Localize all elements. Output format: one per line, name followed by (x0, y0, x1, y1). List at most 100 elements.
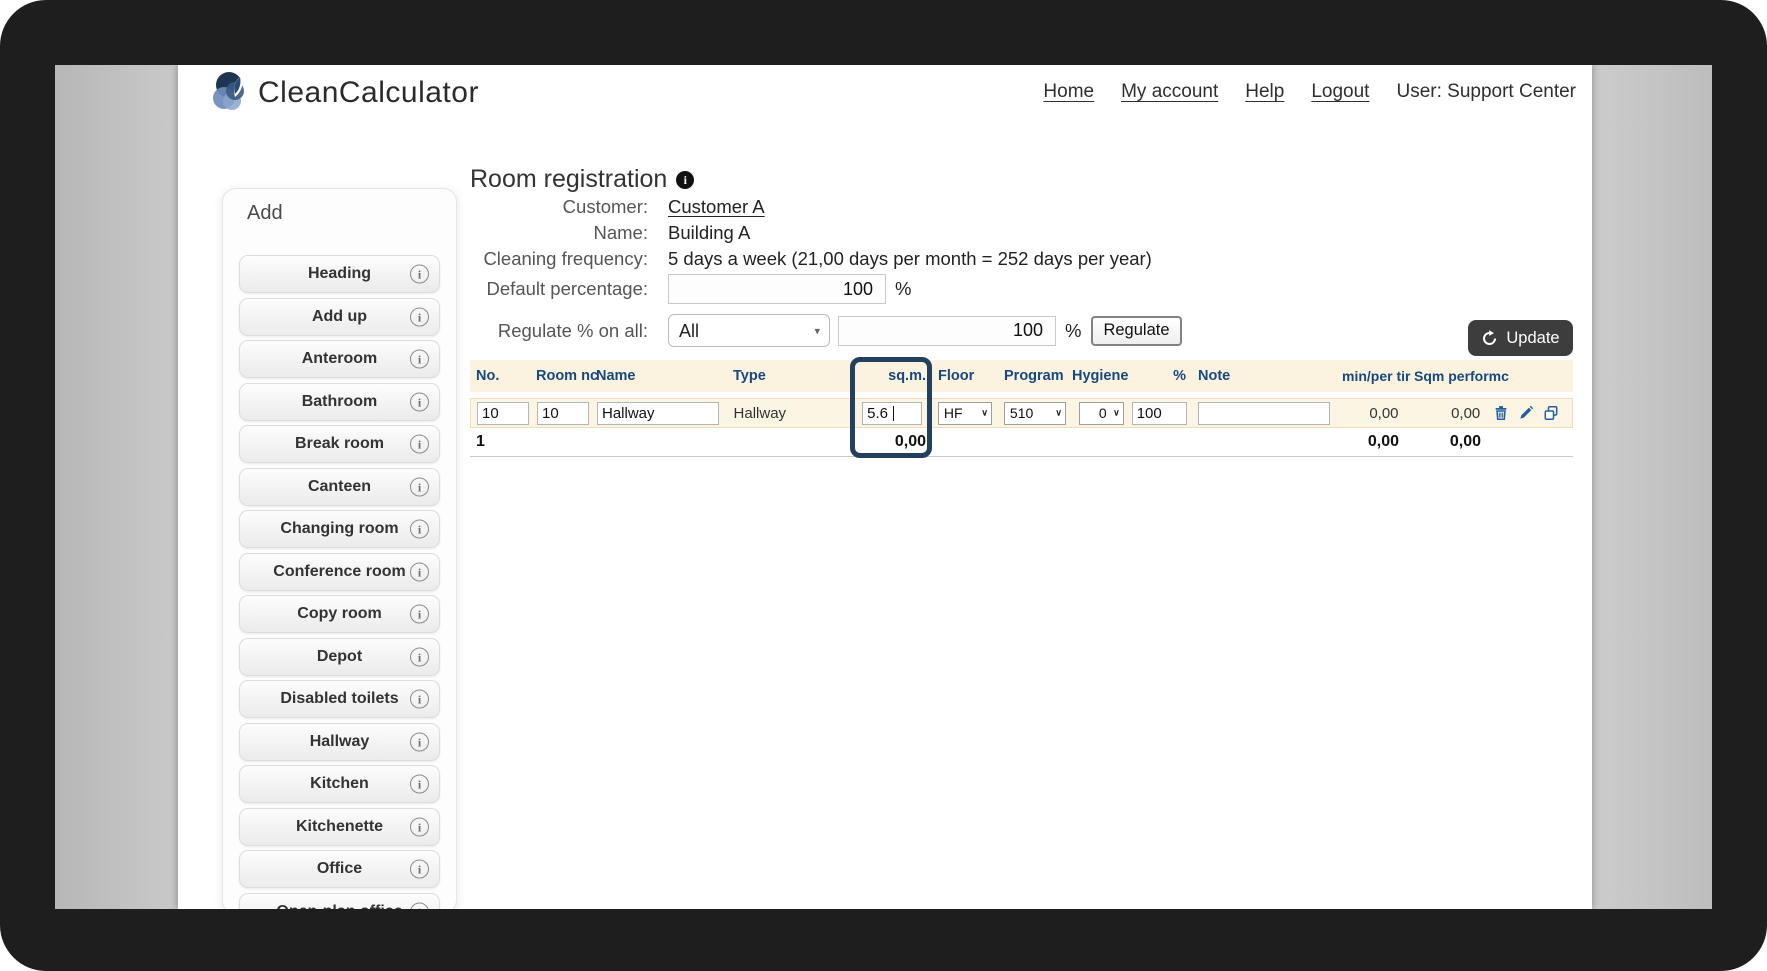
sidebar-item-open-plan-office[interactable]: Open-plan office i (239, 893, 440, 910)
web-page: CleanCalculator Home My account Help Log… (178, 65, 1592, 909)
logged-in-user-label: User: Support Center (1396, 81, 1576, 103)
add-room-sidebar: Add Headingi Add upi Anteroomi Bathroomi… (222, 188, 457, 909)
nav-my-account-link[interactable]: My account (1121, 81, 1218, 103)
percent-sign: % (895, 278, 911, 300)
table-totals-row: 1 0,00 0,00 0,00 (470, 428, 1573, 457)
info-circle-outline-icon[interactable]: i (410, 477, 429, 496)
regulate-label: Regulate % on all: (428, 320, 648, 342)
sidebar-item-disabled-toilets[interactable]: Disabled toilets i (239, 680, 440, 718)
col-header-type: Type (727, 368, 850, 384)
sidebar-item-label: Kitchen (310, 775, 369, 793)
info-circle-outline-icon[interactable]: i (410, 860, 429, 879)
screen-area: CleanCalculator Home My account Help Log… (55, 65, 1712, 909)
name-label: Name: (428, 222, 648, 244)
col-header-percent: % (1130, 368, 1192, 384)
sidebar-item-label: Add up (312, 308, 367, 326)
sidebar-item-depot[interactable]: Depot i (239, 638, 440, 676)
page-title: Room registration i (470, 165, 694, 194)
row-type-value: Hallway (734, 405, 787, 422)
sidebar-item-anteroom[interactable]: Anteroom i (239, 340, 440, 378)
sidebar-item-add-up[interactable]: Add up i (239, 298, 440, 336)
default-percentage-input[interactable] (668, 274, 886, 304)
sidebar-item-break-room[interactable]: Break roomi (239, 425, 440, 463)
info-circle-outline-icon[interactable]: i (410, 732, 429, 751)
row-program-select[interactable]: 510 (1004, 402, 1066, 425)
sidebar-item-kitchenette[interactable]: Kitchenette i (239, 808, 440, 846)
totals-sqm: 0,00 (850, 433, 932, 451)
info-circle-outline-icon[interactable]: i (410, 520, 429, 539)
sidebar-item-label: Conference room (273, 563, 405, 581)
sidebar-item-label: Heading (308, 265, 371, 283)
info-circle-outline-icon[interactable]: i (410, 435, 429, 454)
nav-logout-link[interactable]: Logout (1311, 81, 1369, 103)
info-circle-outline-icon[interactable]: i (410, 307, 429, 326)
cleaning-frequency-label: Cleaning frequency: (428, 248, 648, 270)
sidebar-item-kitchen[interactable]: Kitchen i (239, 765, 440, 803)
sidebar-item-hallway[interactable]: Hallwayi (239, 723, 440, 761)
row-name-input[interactable] (597, 402, 719, 425)
refresh-icon (1481, 330, 1498, 347)
info-circle-outline-icon[interactable]: i (410, 392, 429, 411)
sidebar-item-label: Changing room (280, 520, 398, 538)
sidebar-item-heading[interactable]: Heading i (239, 255, 440, 293)
pencil-icon[interactable] (1518, 405, 1534, 421)
info-circle-outline-icon[interactable]: i (410, 775, 429, 794)
info-circle-outline-icon[interactable]: i (410, 817, 429, 836)
default-percentage-row: Default percentage: % (428, 274, 911, 304)
col-header-floor: Floor (932, 368, 998, 384)
regulate-percentage-input[interactable] (838, 316, 1056, 346)
customer-link[interactable]: Customer A (668, 196, 765, 218)
sidebar-item-bathroom[interactable]: Bathroomi (239, 383, 440, 421)
sidebar-item-canteen[interactable]: Canteen i (239, 468, 440, 506)
percent-sign: % (1065, 320, 1081, 342)
regulate-scope-select[interactable]: All (668, 314, 830, 347)
row-hygiene-select[interactable]: 0 (1079, 402, 1124, 425)
sidebar-item-office[interactable]: Office i (239, 850, 440, 888)
app-title: CleanCalculator (258, 76, 479, 110)
sidebar-item-copy-room[interactable]: Copy roomi (239, 595, 440, 633)
row-no-input[interactable] (477, 402, 529, 425)
cleaning-frequency-value: 5 days a week (21,00 days per month = 25… (668, 248, 1152, 270)
info-circle-outline-icon[interactable]: i (410, 647, 429, 666)
info-circle-outline-icon[interactable]: i (410, 902, 429, 909)
sidebar-item-label: Depot (317, 648, 362, 666)
sidebar-item-label: Anteroom (302, 350, 378, 368)
col-header-room-no: Room nc (530, 368, 590, 384)
row-floor-select[interactable]: HF (938, 402, 992, 425)
row-sqm-input[interactable] (862, 402, 922, 425)
copy-icon[interactable] (1543, 405, 1559, 421)
update-button[interactable]: Update (1468, 320, 1573, 356)
sidebar-item-label: Kitchenette (296, 818, 383, 836)
name-value: Building A (668, 222, 750, 244)
col-header-program: Program (998, 368, 1066, 384)
col-header-sqm: sq.m. (850, 368, 932, 384)
col-header-note: Note (1192, 368, 1336, 384)
row-percent-input[interactable] (1132, 402, 1187, 425)
info-circle-outline-icon[interactable]: i (410, 350, 429, 369)
table-header-row: No. Room nc Name Type sq.m. Floor Progra… (470, 360, 1573, 392)
info-circle-outline-icon[interactable]: i (410, 690, 429, 709)
row-note-input[interactable] (1198, 402, 1330, 425)
info-circle-outline-icon[interactable]: i (410, 605, 429, 624)
sidebar-item-label: Office (317, 860, 362, 878)
info-circle-outline-icon[interactable]: i (410, 265, 429, 284)
info-circle-filled-icon[interactable]: i (676, 171, 694, 189)
trash-icon[interactable] (1493, 405, 1509, 421)
customer-row: Customer: Customer A (428, 196, 765, 218)
totals-min-per-time: 0,00 (1336, 433, 1408, 451)
sidebar-button-list: Heading i Add up i Anteroom i Bathroomi Bre… (239, 255, 440, 909)
sidebar-item-label: Canteen (308, 478, 371, 496)
name-row: Name: Building A (428, 222, 750, 244)
sidebar-item-label: Disabled toilets (280, 690, 398, 708)
sidebar-item-conference-room[interactable]: Conference room i (239, 553, 440, 591)
nav-help-link[interactable]: Help (1245, 81, 1284, 103)
nav-home-link[interactable]: Home (1043, 81, 1094, 103)
row-room-no-input[interactable] (537, 402, 589, 425)
desktop-margin-right (1592, 65, 1712, 909)
info-circle-outline-icon[interactable]: i (410, 562, 429, 581)
sidebar-item-label: Open-plan office (276, 903, 402, 910)
regulate-button[interactable]: Regulate (1091, 316, 1181, 346)
sidebar-item-changing-room[interactable]: Changing room i (239, 510, 440, 548)
room-table-row: Hallway HF ∨ 510 ∨ (470, 398, 1573, 428)
totals-row-count: 1 (470, 433, 530, 451)
